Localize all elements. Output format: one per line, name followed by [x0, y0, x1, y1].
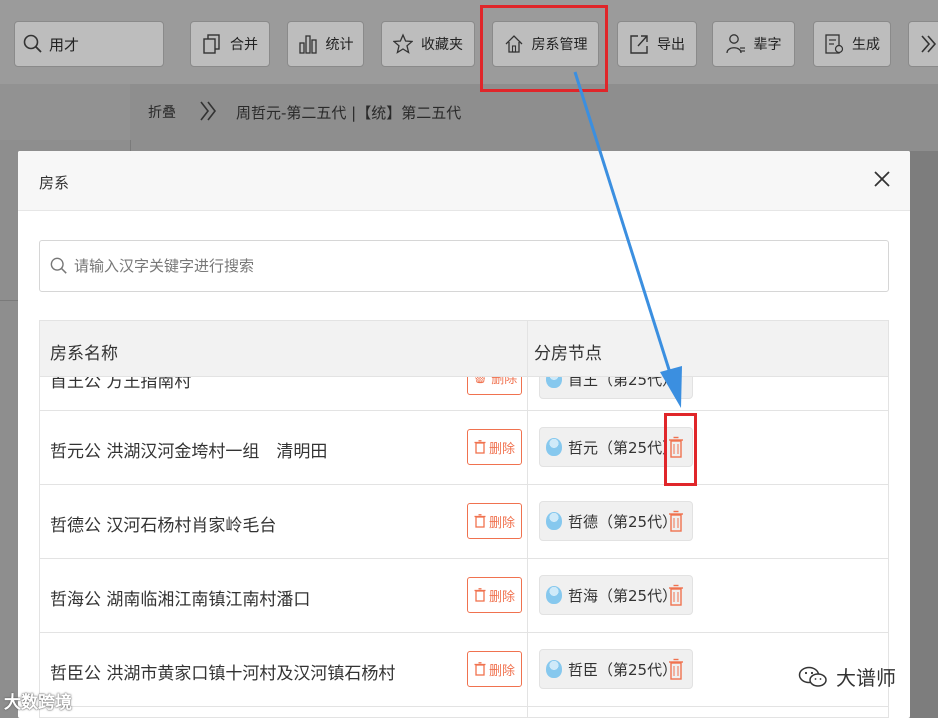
trash-icon [474, 440, 486, 454]
statistics-button[interactable]: 统计 [287, 21, 364, 67]
wechat-icon [798, 666, 827, 687]
delete-button-label: 删除 [488, 515, 515, 531]
delete-button[interactable]: 删除 [467, 429, 522, 465]
delete-button[interactable]: 删除 [467, 577, 522, 613]
branch-node-tag[interactable]: 哲海（第25代） [539, 575, 693, 615]
branch-node-tag[interactable]: 哲德（第25代） [539, 501, 693, 541]
bar-chart-icon [298, 35, 317, 54]
trash-icon [474, 662, 486, 676]
branch-node-tag[interactable]: 哲臣（第25代） [539, 649, 693, 689]
more-toolbar-button[interactable] [908, 21, 938, 67]
search-icon [50, 257, 67, 274]
branch-node-label: 哲臣（第25代） [568, 660, 678, 679]
document-icon [825, 34, 844, 54]
double-chevron-right-icon [921, 35, 937, 53]
search-icon [23, 34, 42, 53]
fold-toggle[interactable]: 折叠 [148, 102, 176, 122]
trash-icon[interactable] [668, 510, 684, 532]
generate-button-label: 生成 [852, 37, 880, 53]
watermark-right-text: 大谱师 [836, 666, 896, 690]
generate-button[interactable]: 生成 [813, 21, 891, 67]
breadcrumb: 周哲元-第二五代 |【统】第二五代 [236, 104, 462, 122]
dialog-title: 房系 [39, 174, 70, 192]
avatar [546, 377, 562, 388]
star-icon [393, 33, 413, 54]
branch-search-field[interactable] [39, 240, 889, 292]
table-header: 房系名称 分房节点 [40, 321, 888, 377]
row-name: 哲海公 湖南临湘江南镇江南村潘口 [50, 590, 311, 610]
trash-icon [474, 588, 486, 602]
favorites-button[interactable]: 收藏夹 [381, 21, 475, 67]
branch-search-input[interactable] [74, 257, 854, 275]
branch-node-label: 哲德（第25代） [568, 512, 678, 531]
delete-button[interactable]: 删除 [467, 651, 522, 687]
annotation-highlight-box [664, 413, 697, 486]
annotation-highlight-box [480, 5, 608, 92]
delete-button[interactable]: 🗑 删除 [467, 377, 522, 395]
table-row: 哲元公 洪湖汉河金垮村一组 清明田 删除 哲元（第25代） [40, 411, 888, 485]
row-name: 首王公 方王指南村 [50, 377, 192, 392]
trash-icon[interactable] [668, 584, 684, 606]
table-row: 哲臣公 洪湖市黄家口镇十河村及汉河镇石杨村 删除 哲臣（第25代） [40, 633, 888, 707]
merge-button[interactable]: 合并 [190, 21, 270, 67]
generation-word-button[interactable]: 辈字 [712, 21, 795, 67]
background-scroll-strip [910, 151, 938, 718]
watermark-left-text: 大数跨境 [4, 693, 72, 713]
toolbar-search-input[interactable]: 用才 [14, 21, 164, 67]
table-row-partial: 首王公 方王指南村 🗑 删除 首王（第25代） [40, 377, 888, 411]
delete-button[interactable]: 删除 [467, 503, 522, 539]
statistics-button-label: 统计 [325, 37, 354, 53]
delete-button-label: 删除 [491, 377, 518, 387]
avatar [546, 438, 562, 456]
trash-icon: 🗑 [471, 377, 489, 385]
favorites-button-label: 收藏夹 [421, 37, 463, 53]
delete-button-label: 删除 [488, 663, 515, 679]
top-toolbar: 用才 合并 统计 收藏夹 房系管理 导出 辈字 生成 [0, 0, 938, 84]
column-header-branch-node: 分房节点 [534, 344, 602, 364]
export-button[interactable]: 导出 [617, 21, 697, 67]
merge-button-label: 合并 [230, 37, 258, 53]
branch-dialog: 房系 房系名称 分房节点 首王公 方王指南村 🗑 删除 首王（第25代） [18, 151, 910, 718]
avatar [546, 660, 562, 678]
row-name: 哲臣公 洪湖市黄家口镇十河村及汉河镇石杨村 [50, 664, 396, 684]
row-name: 哲德公 汉河石杨村肖家岭毛台 [50, 516, 277, 536]
generation-word-button-label: 辈字 [753, 37, 782, 53]
branch-node-label: 首王（第25代） [568, 377, 678, 389]
export-icon [630, 35, 648, 54]
delete-button-label: 删除 [488, 589, 515, 605]
double-chevron-right-icon[interactable] [195, 96, 223, 126]
export-button-label: 导出 [657, 37, 685, 53]
dialog-header: 房系 [18, 151, 910, 211]
branch-node-label: 哲元（第25代） [568, 438, 678, 457]
avatar [546, 586, 562, 604]
trash-icon [474, 514, 486, 528]
table-row: 哲德公 汉河石杨村肖家岭毛台 删除 哲德（第25代） [40, 485, 888, 559]
table-row: 哲海公 湖南临湘江南镇江南村潘口 删除 哲海（第25代） [40, 559, 888, 633]
row-name: 哲元公 洪湖汉河金垮村一组 清明田 [50, 442, 328, 462]
delete-button-label: 删除 [488, 441, 515, 457]
left-panel-strip [0, 84, 130, 140]
column-header-branch-name: 房系名称 [50, 344, 118, 364]
branch-node-label: 哲海（第25代） [568, 586, 678, 605]
avatar [546, 512, 562, 530]
toolbar-search-value: 用才 [49, 35, 80, 54]
close-icon[interactable] [872, 169, 892, 189]
branch-node-tag[interactable]: 首王（第25代） [539, 377, 693, 399]
branch-table: 房系名称 分房节点 首王公 方王指南村 🗑 删除 首王（第25代） 哲元公 洪湖… [39, 320, 889, 718]
copy-icon [203, 34, 220, 54]
watermark-left: 大数跨境 [4, 688, 72, 713]
background-divider [0, 300, 18, 301]
user-icon [725, 34, 745, 54]
breadcrumb-bar: 折叠 周哲元-第二五代 |【统】第二五代 [0, 84, 938, 140]
trash-icon[interactable] [668, 658, 684, 680]
watermark-right: 大谱师 [798, 662, 896, 691]
